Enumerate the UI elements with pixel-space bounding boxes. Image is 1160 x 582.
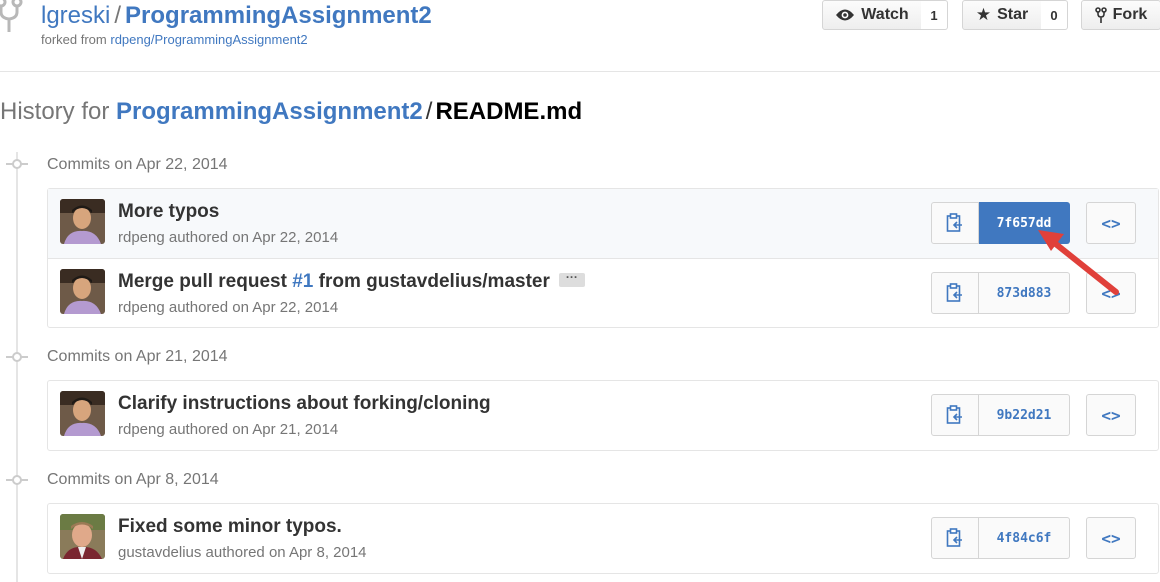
commit-author-line: rdpeng authored on Apr 22, 2014 [118, 229, 339, 246]
watch-count[interactable]: 1 [921, 0, 948, 30]
repo-title: lgreski / ProgrammingAssignment2 [41, 2, 432, 30]
commit-sha-button[interactable]: 4f84c6f [979, 517, 1070, 559]
commit-sha-button[interactable]: 873d883 [979, 272, 1070, 314]
commit-message-link-tail[interactable]: from gustavdelius/master [319, 271, 550, 292]
commit-sha-button[interactable]: 9b22d21 [979, 394, 1070, 436]
commit-sha-button[interactable]: 7f657dd [979, 202, 1070, 244]
commit-sha-group: 873d883 [931, 272, 1070, 314]
commit-sha-group: 9b22d21 [931, 394, 1070, 436]
commit-sha-group: 4f84c6f [931, 517, 1070, 559]
copy-sha-button[interactable] [931, 272, 979, 314]
star-label: Star [997, 6, 1029, 23]
commit-row: Clarify instructions about forking/cloni… [48, 381, 1158, 450]
browse-files-button[interactable]: <> [1086, 394, 1136, 436]
commit-author-line: gustavdelius authored on Apr 8, 2014 [118, 544, 367, 561]
commit-row: Merge pull request #1 from gustavdelius/… [48, 258, 1158, 327]
star-count[interactable]: 0 [1041, 0, 1068, 30]
history-prefix: History for [0, 98, 110, 125]
history-repo-link[interactable]: ProgrammingAssignment2 [116, 98, 423, 125]
commit-group-date: Commits on Apr 22, 2014 [47, 156, 228, 173]
star-icon: ★ [975, 5, 992, 24]
browse-files-button[interactable]: <> [1086, 272, 1136, 314]
commit-node-icon [6, 475, 28, 485]
commit-message-link[interactable]: Fixed some minor typos. [118, 516, 342, 538]
eye-icon [836, 9, 855, 21]
fork-icon [1094, 6, 1107, 23]
commit-message-link[interactable]: Clarify instructions about forking/cloni… [118, 393, 491, 415]
commit-node-icon [6, 159, 28, 169]
commit-row: Fixed some minor typos. gustavdelius aut… [48, 504, 1158, 573]
browse-files-button[interactable]: <> [1086, 517, 1136, 559]
pull-request-link[interactable]: #1 [292, 271, 313, 292]
commit-author-line: rdpeng authored on Apr 21, 2014 [118, 421, 339, 438]
commit-author-line: rdpeng authored on Apr 22, 2014 [118, 299, 339, 316]
commit-node-icon [6, 352, 28, 362]
commit-group-list: Fixed some minor typos. gustavdelius aut… [47, 503, 1159, 574]
browse-files-button[interactable]: <> [1086, 202, 1136, 244]
fork-button[interactable]: Fork [1081, 0, 1160, 30]
commit-row: More typos rdpeng authored on Apr 22, 20… [48, 189, 1158, 258]
forked-source-link[interactable]: rdpeng/ProgrammingAssignment2 [110, 32, 307, 47]
repo-title-separator: / [114, 2, 122, 29]
repo-name-link[interactable]: ProgrammingAssignment2 [125, 2, 432, 29]
history-file-name: README.md [435, 98, 583, 125]
timeline-line [16, 152, 18, 582]
history-separator: / [425, 98, 433, 125]
clipboard-icon [946, 528, 962, 547]
watch-label: Watch [861, 6, 909, 23]
clipboard-icon [946, 405, 962, 424]
repo-forked-icon [0, 0, 23, 32]
commit-sha-group: 7f657dd [931, 202, 1070, 244]
star-button[interactable]: ★ Star [962, 0, 1042, 30]
commit-group-date: Commits on Apr 8, 2014 [47, 471, 219, 488]
commit-message-link[interactable]: Merge pull request [118, 271, 287, 292]
copy-sha-button[interactable] [931, 202, 979, 244]
avatar[interactable] [60, 391, 105, 436]
commit-message-link[interactable]: More typos [118, 201, 219, 223]
watch-button[interactable]: Watch [822, 0, 922, 30]
commit-group-list: More typos rdpeng authored on Apr 22, 20… [47, 188, 1159, 328]
clipboard-icon [946, 283, 962, 302]
forked-from-label: forked from [41, 32, 107, 47]
repo-owner-link[interactable]: lgreski [41, 2, 110, 29]
commit-group-list: Clarify instructions about forking/cloni… [47, 380, 1159, 451]
avatar[interactable] [60, 199, 105, 244]
header-divider [0, 71, 1160, 72]
history-title: History for ProgrammingAssignment2/READM… [0, 98, 582, 126]
fork-label: Fork [1112, 6, 1148, 23]
commit-group-date: Commits on Apr 21, 2014 [47, 348, 228, 365]
forked-from-note: forked from rdpeng/ProgrammingAssignment… [41, 32, 308, 47]
avatar[interactable] [60, 269, 105, 314]
clipboard-icon [946, 213, 962, 232]
commit-message: Merge pull request #1 from gustavdelius/… [118, 271, 585, 293]
copy-sha-button[interactable] [931, 394, 979, 436]
avatar[interactable] [60, 514, 105, 559]
expand-message-button[interactable]: ··· [558, 271, 585, 287]
copy-sha-button[interactable] [931, 517, 979, 559]
